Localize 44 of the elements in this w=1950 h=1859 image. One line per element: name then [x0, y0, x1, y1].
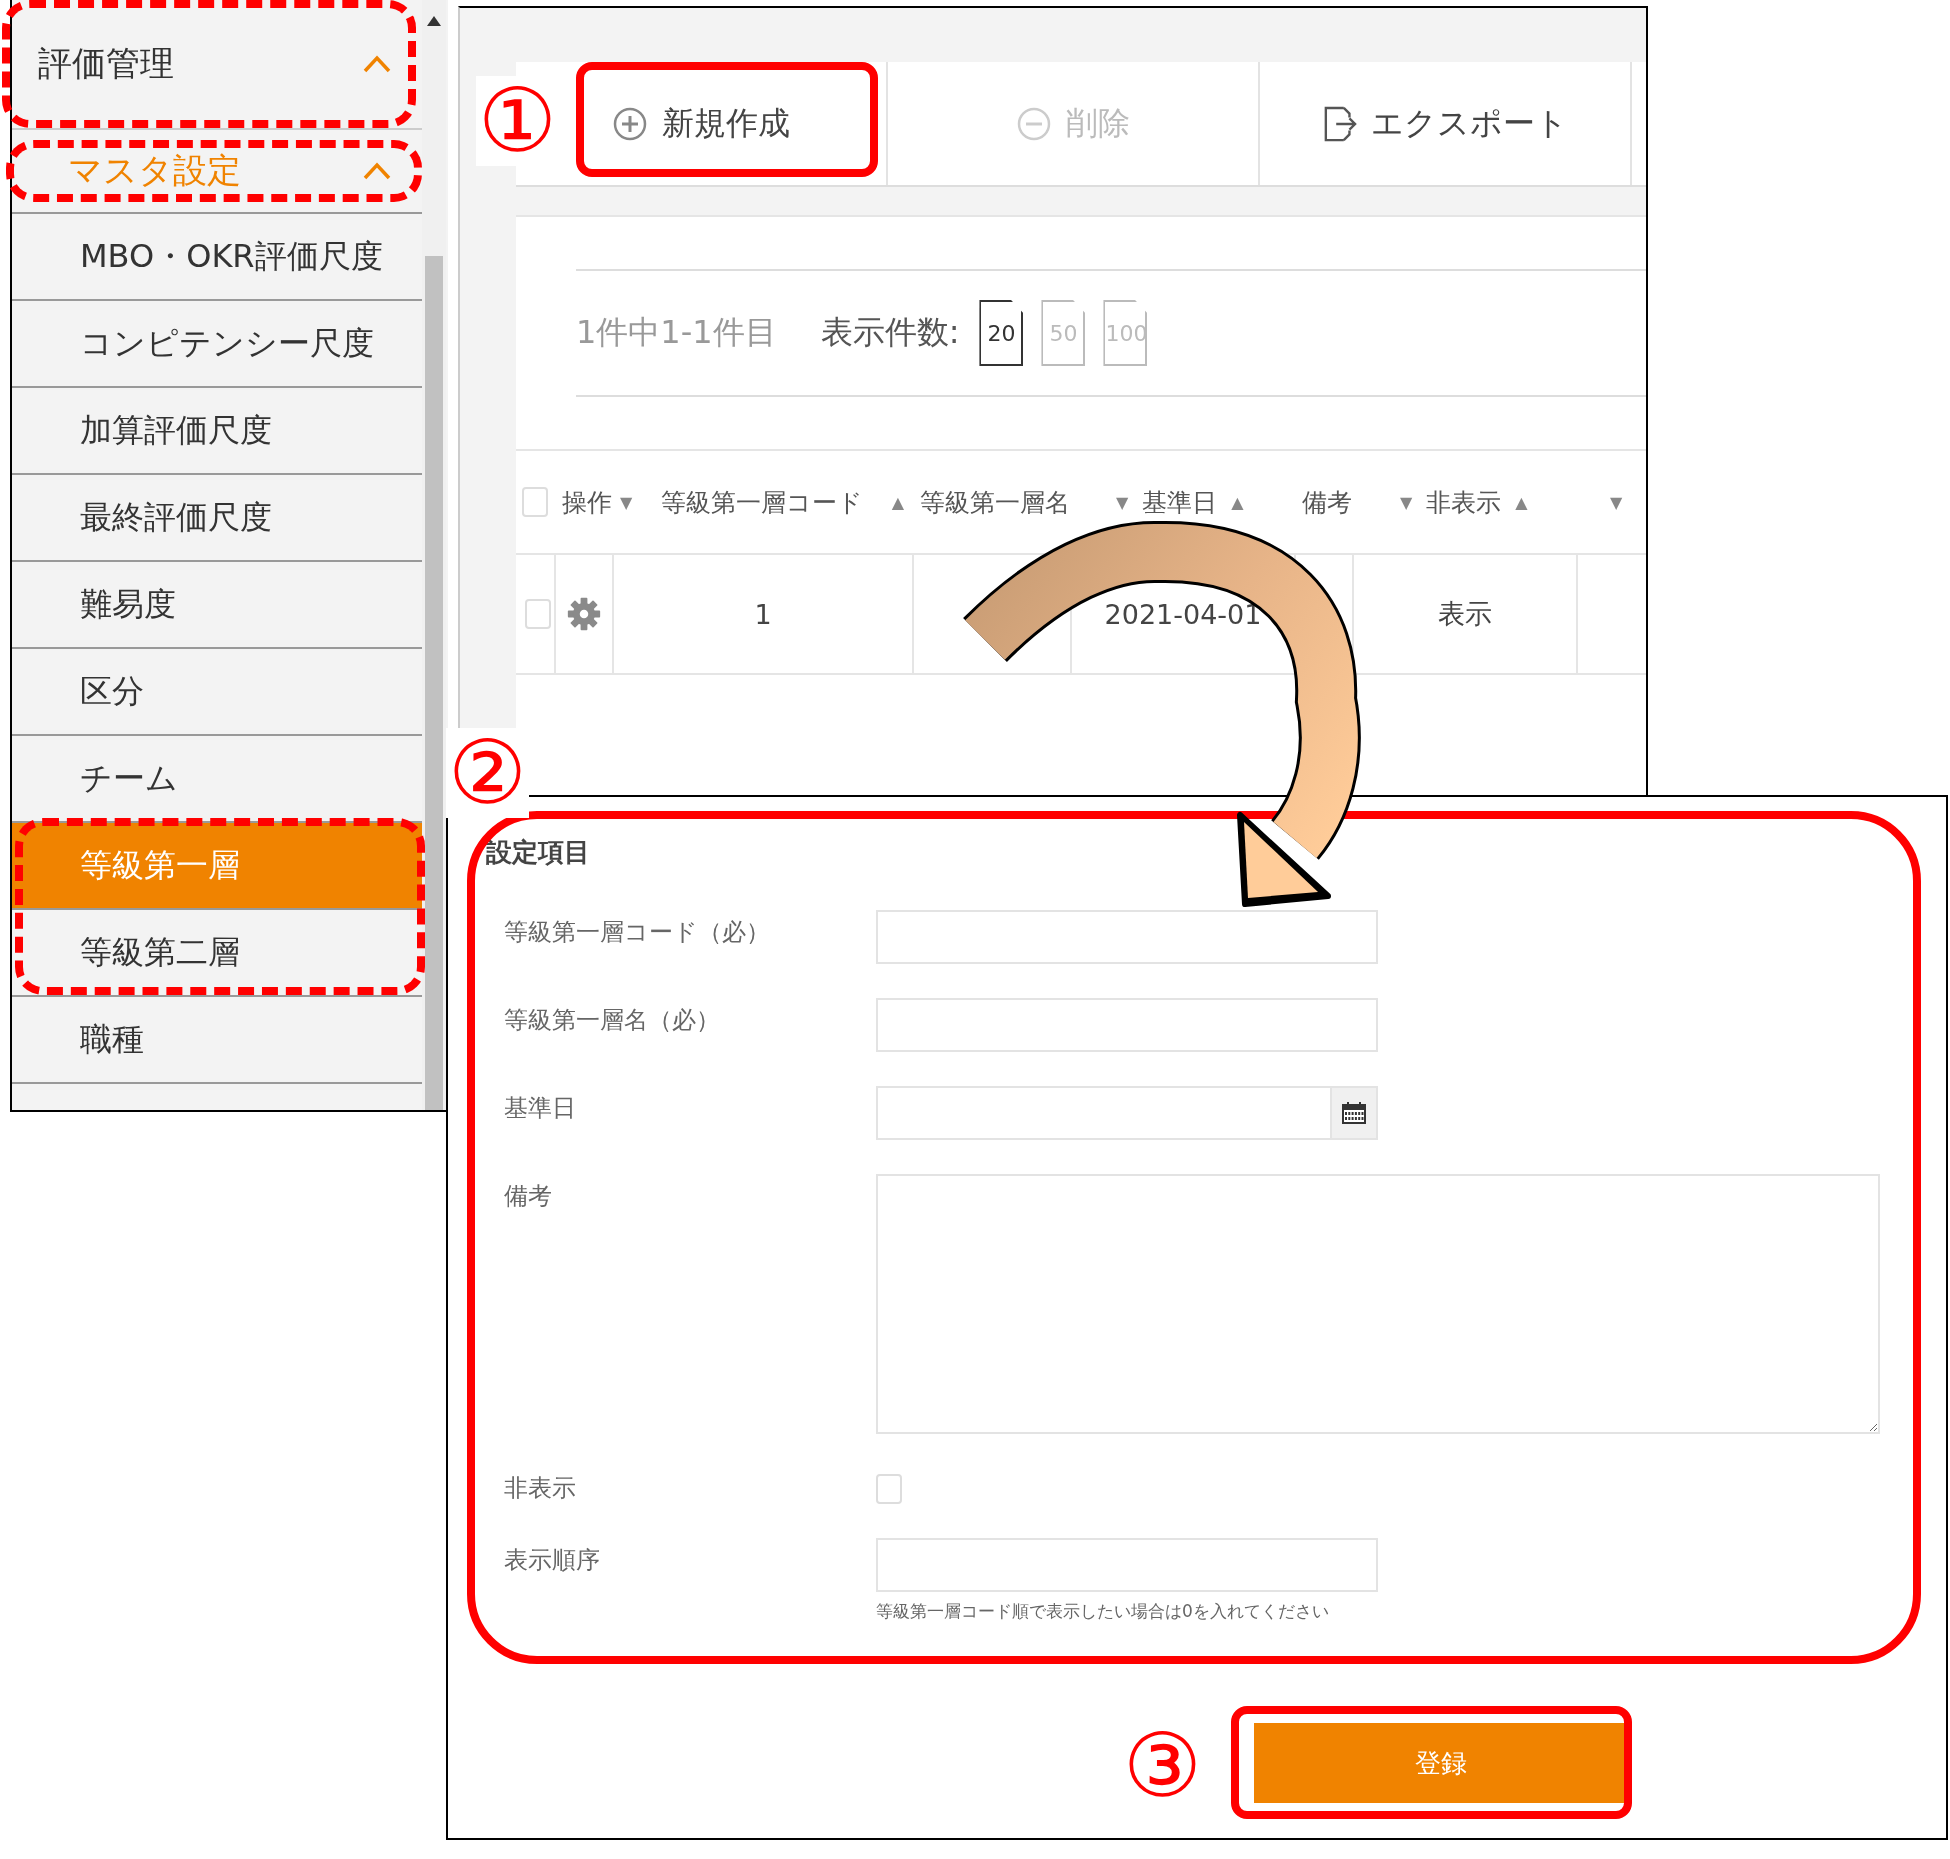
sort-toggle[interactable]: ▲: [1231, 492, 1244, 512]
column-header[interactable]: 備考: [1302, 485, 1352, 519]
column-header[interactable]: 等級第一層コード: [661, 485, 863, 519]
sort-toggle[interactable]: ▼: [1400, 492, 1413, 512]
checkbox[interactable]: [522, 487, 548, 517]
sort-toggle[interactable]: ▼: [1116, 492, 1129, 512]
calendar-icon: [1342, 1102, 1366, 1124]
text-area[interactable]: [876, 1174, 1880, 1434]
gear-icon[interactable]: [567, 597, 601, 631]
sort-toggle[interactable]: ▼: [1610, 492, 1623, 512]
input-field[interactable]: [876, 910, 1378, 964]
result-count: 1件中1-1件目: [576, 312, 777, 353]
sort-toggle[interactable]: ▲: [891, 492, 904, 512]
sort-toggle[interactable]: ▲: [1515, 492, 1528, 512]
field-label: 等級第一層名（必）: [504, 1005, 721, 1036]
scroll-up-icon[interactable]: [427, 16, 441, 26]
column-header[interactable]: 等級第一層名: [920, 485, 1070, 519]
table-cell: 1: [614, 555, 914, 673]
checkbox[interactable]: [525, 599, 551, 629]
field-label: 備考: [504, 1181, 553, 1212]
field-hint: 等級第一層コード順で表示したい場合は0を入れてください: [876, 1600, 1329, 1623]
step-number: ②: [446, 728, 529, 818]
field-label: 非表示: [504, 1473, 577, 1504]
input-field[interactable]: [876, 1538, 1378, 1592]
field-label: 基準日: [504, 1093, 577, 1124]
scrollbar-thumb[interactable]: [425, 256, 443, 1110]
minus-icon: [1016, 105, 1052, 142]
add-icon: [612, 105, 648, 142]
column-header[interactable]: 操作: [562, 485, 612, 519]
checkbox[interactable]: [876, 1474, 902, 1504]
table-cell: 2021-04-01: [1072, 555, 1296, 673]
field-label: 表示順序: [504, 1545, 601, 1576]
column-header[interactable]: 基準日: [1142, 485, 1218, 519]
input-field[interactable]: [876, 998, 1378, 1052]
page-size-button[interactable]: 20: [979, 300, 1024, 366]
field-label: 等級第一層コード（必）: [504, 917, 771, 948]
sidebar-item[interactable]: 等級第二層: [12, 910, 422, 997]
table-cell: 表示: [1354, 555, 1578, 673]
calendar-button[interactable]: [1330, 1088, 1376, 1138]
sort-toggle[interactable]: ▼: [620, 492, 633, 512]
column-header[interactable]: 非表示: [1426, 485, 1502, 519]
date-field[interactable]: [876, 1086, 1378, 1140]
form-title: 設定項目: [486, 836, 591, 869]
page-size-label: 表示件数:: [820, 312, 960, 353]
